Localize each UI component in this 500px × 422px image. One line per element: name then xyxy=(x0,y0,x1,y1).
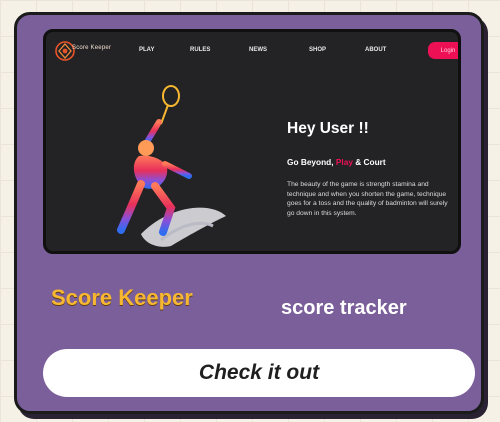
nav-link-play[interactable]: PLAY xyxy=(139,47,154,53)
logo-icon xyxy=(55,41,75,61)
preview-navbar: Score Keeper PLAY RULES NEWS SHOP ABOUT … xyxy=(46,32,458,70)
check-it-out-button[interactable]: Check it out xyxy=(43,349,475,397)
website-preview: Score Keeper PLAY RULES NEWS SHOP ABOUT … xyxy=(43,29,461,254)
project-subtitle: score tracker xyxy=(281,297,407,319)
project-card: Score Keeper PLAY RULES NEWS SHOP ABOUT … xyxy=(14,12,484,414)
nav-link-about[interactable]: ABOUT xyxy=(365,47,386,53)
preview-logo-text: Score Keeper xyxy=(72,45,112,51)
nav-link-news[interactable]: NEWS xyxy=(249,47,267,53)
preview-headline: Hey User !! xyxy=(287,120,369,137)
tagline-highlight: Play xyxy=(335,157,353,167)
preview-tagline: Go Beyond, Play & Court xyxy=(287,157,386,167)
badminton-player-illustration xyxy=(117,85,226,247)
nav-link-shop[interactable]: SHOP xyxy=(309,47,326,53)
preview-description: The beauty of the game is strength stami… xyxy=(287,181,448,217)
login-button[interactable]: Login xyxy=(428,42,458,59)
project-title: Score Keeper xyxy=(51,285,193,310)
nav-link-rules[interactable]: RULES xyxy=(190,47,210,53)
